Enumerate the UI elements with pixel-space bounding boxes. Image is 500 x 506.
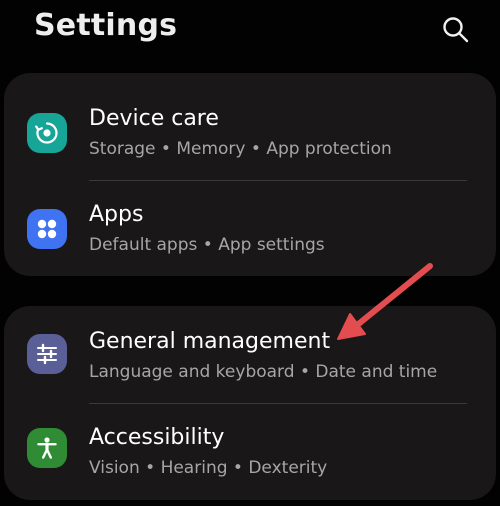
device-care-title: Device care — [89, 106, 219, 131]
apps-title: Apps — [89, 202, 144, 227]
sliders-icon — [27, 334, 67, 374]
search-icon — [443, 17, 469, 43]
settings-group-2: General management Language and keyboard… — [4, 306, 496, 500]
page-title: Settings — [34, 8, 178, 43]
settings-item-general-management[interactable]: General management Language and keyboard… — [4, 308, 496, 404]
settings-item-accessibility[interactable]: Accessibility Vision • Hearing • Dexteri… — [4, 404, 496, 500]
device-care-icon — [27, 113, 67, 153]
general-management-title: General management — [89, 329, 331, 354]
settings-item-apps[interactable]: Apps Default apps • App settings — [4, 181, 496, 276]
accessibility-subtitle: Vision • Hearing • Dexterity — [89, 458, 328, 478]
apps-grid-icon — [27, 209, 67, 249]
accessibility-icon — [27, 428, 67, 468]
general-management-subtitle: Language and keyboard • Date and time — [89, 362, 438, 382]
apps-subtitle: Default apps • App settings — [89, 235, 325, 255]
search-button[interactable] — [440, 14, 472, 46]
accessibility-title: Accessibility — [89, 425, 225, 450]
app-header: Settings — [0, 0, 500, 70]
settings-item-device-care[interactable]: Device care Storage • Memory • App prote… — [4, 85, 496, 181]
settings-group-1: Device care Storage • Memory • App prote… — [4, 73, 496, 276]
device-care-subtitle: Storage • Memory • App protection — [89, 139, 392, 159]
